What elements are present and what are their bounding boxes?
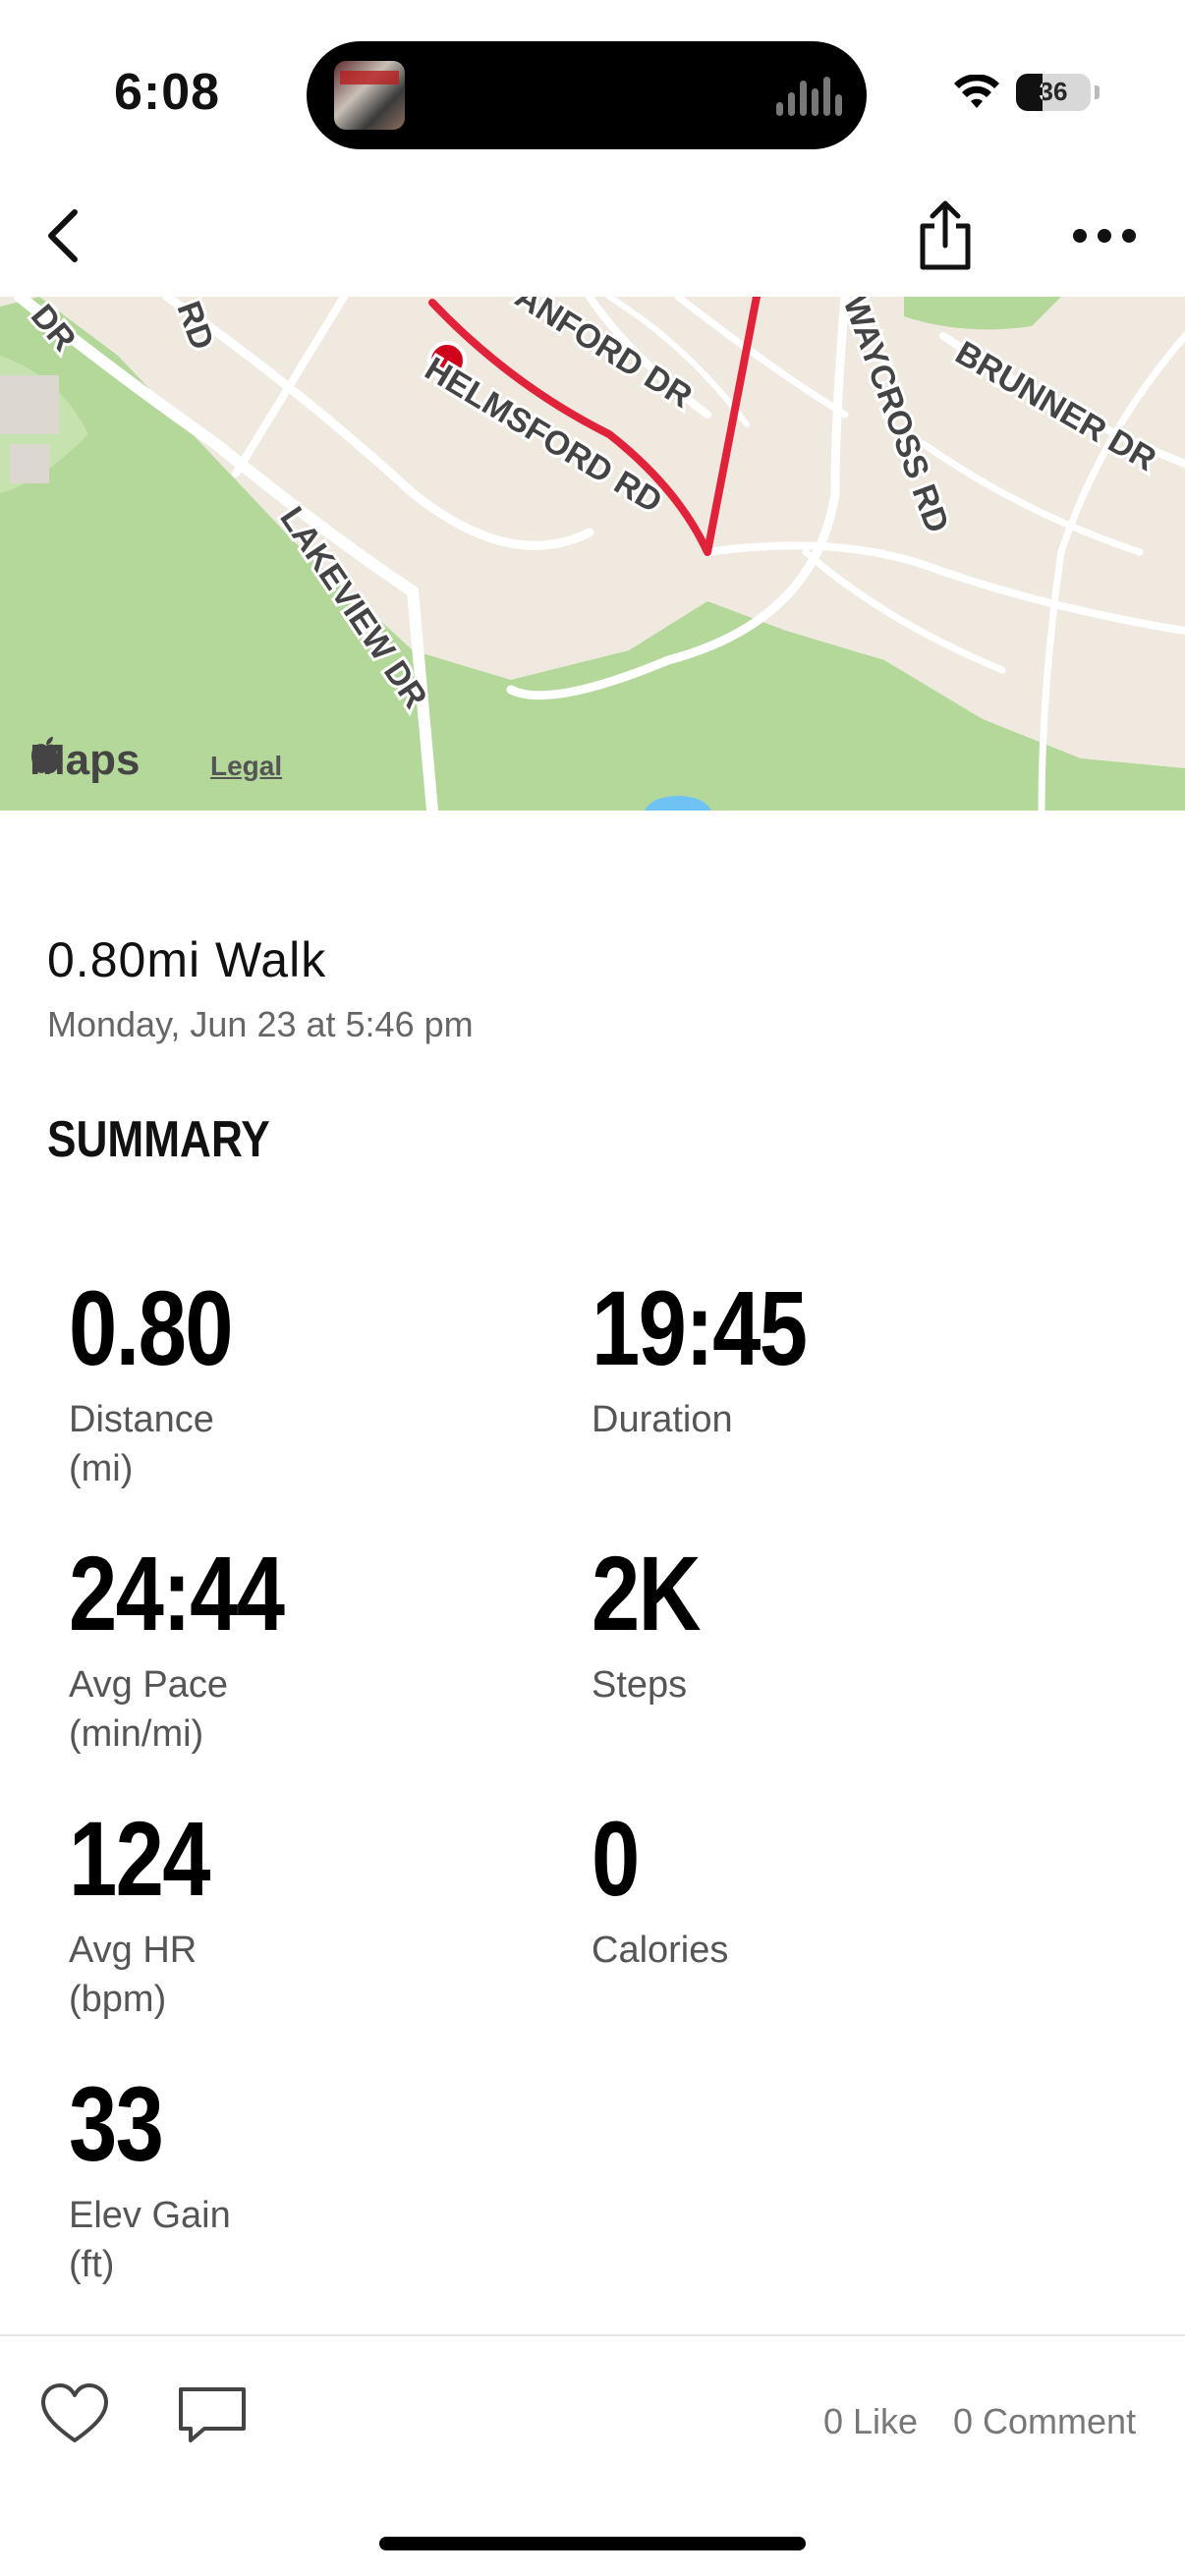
status-bar: 6:08 36 xyxy=(0,0,1185,187)
stat-label: Avg HR (bpm) xyxy=(69,1930,198,2020)
stat-label: Calories xyxy=(592,1930,729,1971)
back-chevron-icon xyxy=(48,209,78,262)
wifi-icon xyxy=(954,75,999,108)
stat-distance: 0.80 Distance (mi) xyxy=(69,1275,267,1493)
like-button[interactable] xyxy=(35,2376,114,2454)
battery-icon: 36 xyxy=(1016,74,1100,111)
stat-calories: 0 Calories xyxy=(592,1806,728,1975)
share-button[interactable] xyxy=(896,187,994,285)
back-button[interactable] xyxy=(14,187,112,285)
workout-date: Monday, Jun 23 at 5:46 pm xyxy=(47,1004,474,1044)
stat-label: Elev Gain (ft) xyxy=(69,2195,231,2285)
comment-button[interactable] xyxy=(173,2376,252,2454)
stat-steps: 2K Steps xyxy=(592,1540,723,1709)
nav-bar xyxy=(0,187,1185,297)
stat-value: 33 xyxy=(69,2064,164,2183)
now-playing-art[interactable] xyxy=(334,61,405,130)
comment-icon xyxy=(179,2387,246,2442)
heart-icon xyxy=(41,2383,108,2442)
battery-level: 36 xyxy=(1039,77,1068,106)
social-bar: 0 Like 0 Comment xyxy=(0,2336,1185,2503)
map-canvas: DR RD LAKEVIEW DR HELMSFORD RD ANFORD DR… xyxy=(0,297,1185,811)
apple-maps-logo: Maps xyxy=(29,736,140,785)
status-icons: 36 xyxy=(953,71,1100,114)
stat-value: 124 xyxy=(69,1799,210,1918)
apple-logo-icon xyxy=(31,737,61,773)
dynamic-island[interactable] xyxy=(307,41,867,149)
stat-value: 0 xyxy=(592,1799,640,1918)
stat-value: 24:44 xyxy=(69,1534,285,1652)
stat-label: Duration xyxy=(592,1399,733,1440)
stat-elev-gain: 33 Elev Gain (ft) xyxy=(69,2071,231,2289)
stat-value: 19:45 xyxy=(592,1268,808,1387)
map-label: WAYCROSS RD xyxy=(835,297,956,537)
stat-value: 0.80 xyxy=(69,1268,233,1387)
stat-label: Avg Pace (min/mi) xyxy=(69,1664,228,1755)
summary-heading: SUMMARY xyxy=(47,1111,270,1168)
stat-duration: 19:45 Duration xyxy=(592,1275,853,1444)
stat-label: Distance (mi) xyxy=(69,1399,214,1489)
more-button[interactable] xyxy=(1055,187,1154,285)
comment-count[interactable]: 0 Comment xyxy=(953,2401,1136,2442)
stat-avg-pace: 24:44 Avg Pace (min/mi) xyxy=(69,1540,330,1759)
status-time: 6:08 xyxy=(114,64,221,121)
home-indicator[interactable] xyxy=(379,2537,806,2550)
map-label: RD xyxy=(169,297,221,355)
audio-waveform-icon xyxy=(776,77,842,116)
workout-title: 0.80mi Walk xyxy=(47,932,327,987)
share-icon xyxy=(920,200,971,270)
like-count[interactable]: 0 Like xyxy=(823,2401,918,2442)
legal-link[interactable]: Legal xyxy=(210,751,282,782)
more-icon xyxy=(1073,229,1136,243)
stat-avg-hr: 124 Avg HR (bpm) xyxy=(69,1806,240,2024)
route-map[interactable]: DR RD LAKEVIEW DR HELMSFORD RD ANFORD DR… xyxy=(0,297,1185,811)
stat-value: 2K xyxy=(592,1534,702,1652)
stat-label: Steps xyxy=(592,1664,688,1706)
